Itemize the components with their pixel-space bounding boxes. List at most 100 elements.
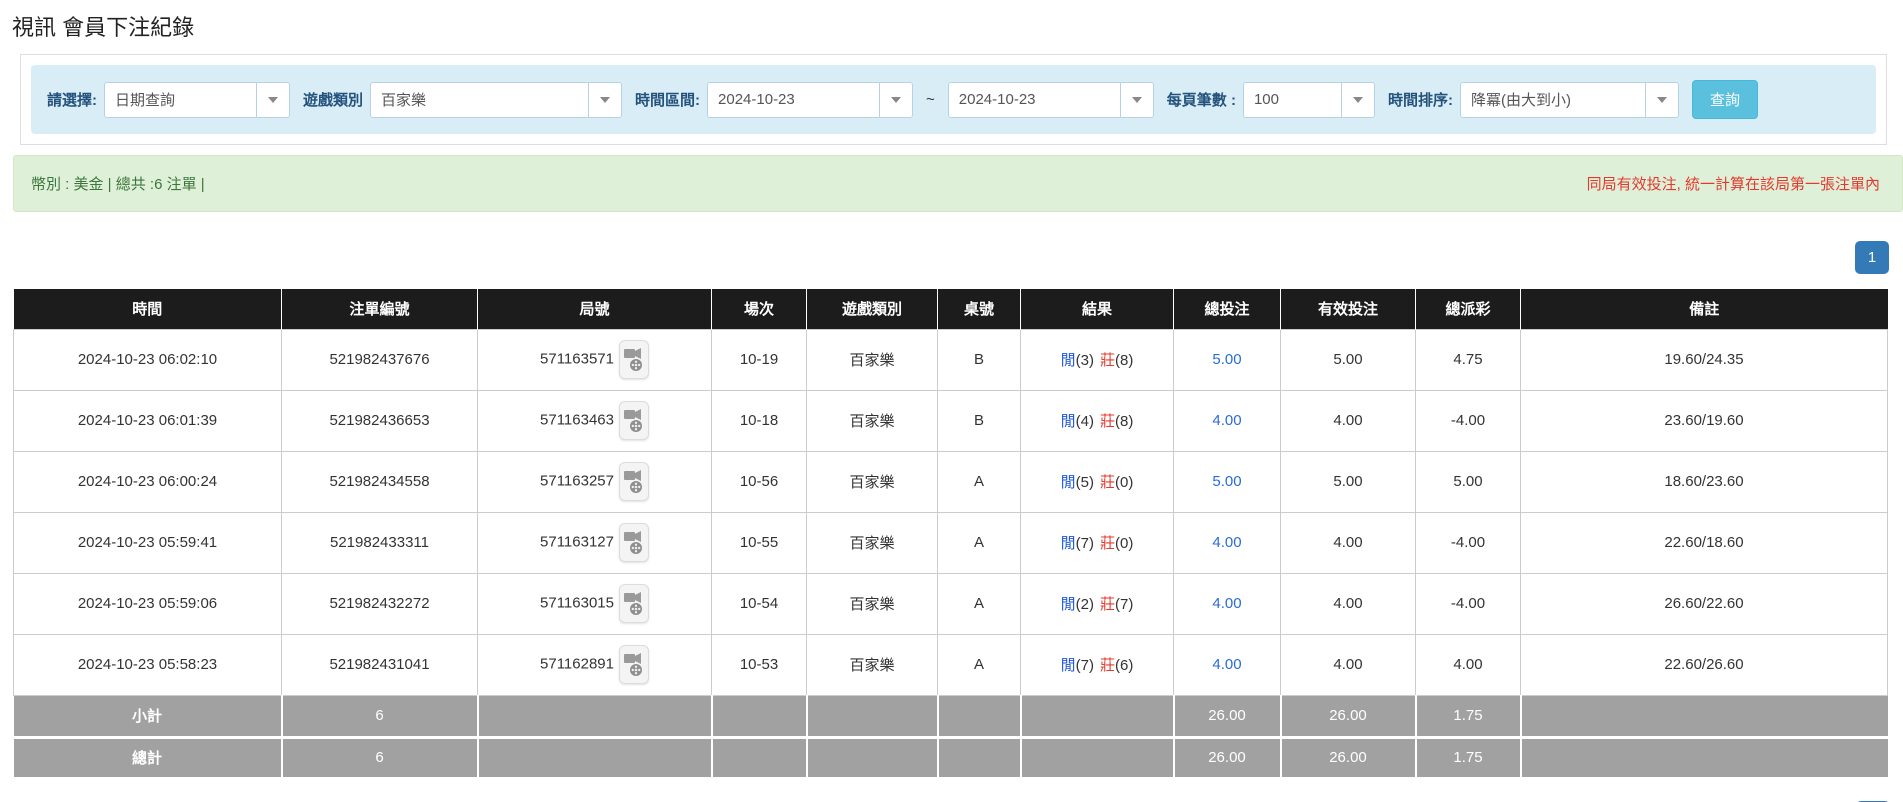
video-replay-icon[interactable] — [619, 401, 649, 440]
result-banker-label: 莊 — [1100, 596, 1115, 613]
video-replay-icon[interactable] — [619, 523, 649, 562]
cell-session: 10-53 — [712, 634, 807, 695]
total-bet-link[interactable]: 4.00 — [1212, 656, 1241, 673]
video-replay-icon[interactable] — [619, 340, 649, 379]
cell-total-bet: 4.00 — [1174, 573, 1281, 634]
cell-result: 閒(5)莊(0) — [1021, 451, 1174, 512]
cell-session: 10-56 — [712, 451, 807, 512]
cell-remark: 18.60/23.60 — [1521, 451, 1888, 512]
cell-valid-bet: 4.00 — [1281, 512, 1416, 573]
sort-order-select[interactable]: 降冪(由大到小) — [1460, 82, 1679, 118]
round-id-text: 571163257 — [540, 472, 614, 489]
result-banker-score: (0) — [1115, 535, 1133, 552]
cell-total-bet: 5.00 — [1174, 451, 1281, 512]
cell-payout: 4.00 — [1416, 634, 1521, 695]
result-player-label: 閒 — [1061, 535, 1076, 552]
result-player-label: 閒 — [1061, 474, 1076, 491]
result-banker-label: 莊 — [1100, 352, 1115, 369]
result-banker-label: 莊 — [1100, 413, 1115, 430]
header-valid-bet: 有效投注 — [1281, 289, 1416, 329]
cell-table-no: B — [938, 329, 1021, 390]
video-replay-icon[interactable] — [619, 462, 649, 501]
cell-round-id: 571162891 — [478, 634, 712, 695]
cell-game: 百家樂 — [807, 329, 938, 390]
header-result: 結果 — [1021, 289, 1174, 329]
cell-result: 閒(7)莊(6) — [1021, 634, 1174, 695]
cell-valid-bet: 4.00 — [1281, 573, 1416, 634]
header-session: 場次 — [712, 289, 807, 329]
total-bet-link[interactable]: 4.00 — [1212, 595, 1241, 612]
total-payout: 1.75 — [1416, 737, 1521, 777]
search-button[interactable]: 查詢 — [1692, 80, 1758, 119]
cell-table-no: A — [938, 451, 1021, 512]
table-header-row: 時間 注單編號 局號 場次 遊戲類別 桌號 結果 總投注 有效投注 總派彩 備註 — [14, 289, 1888, 329]
chevron-down-icon — [588, 83, 621, 117]
cell-bet-id: 521982432272 — [282, 573, 478, 634]
result-player-label: 閒 — [1061, 657, 1076, 674]
total-bet-link[interactable]: 5.00 — [1212, 351, 1241, 368]
total-valid-bet: 26.00 — [1281, 737, 1416, 777]
cell-game: 百家樂 — [807, 634, 938, 695]
table-row: 2024-10-23 06:02:10 521982437676 5711635… — [14, 329, 1888, 390]
page-size-select[interactable]: 100 — [1243, 82, 1375, 118]
query-type-label: 請選擇: — [47, 89, 97, 110]
subtotal-valid-bet: 26.00 — [1281, 695, 1416, 737]
sort-order-value: 降冪(由大到小) — [1461, 89, 1645, 110]
header-round-id: 局號 — [478, 289, 712, 329]
header-total-bet: 總投注 — [1174, 289, 1281, 329]
result-player-score: (7) — [1076, 535, 1094, 552]
cell-result: 閒(3)莊(8) — [1021, 329, 1174, 390]
cell-round-id: 571163127 — [478, 512, 712, 573]
round-id-text: 571162891 — [540, 655, 614, 672]
cell-session: 10-18 — [712, 390, 807, 451]
cell-time: 2024-10-23 05:58:23 — [14, 634, 282, 695]
query-type-select[interactable]: 日期查詢 — [104, 82, 290, 118]
sort-order-label: 時間排序: — [1388, 89, 1453, 110]
result-player-score: (3) — [1076, 352, 1094, 369]
cell-remark: 19.60/24.35 — [1521, 329, 1888, 390]
filter-panel: 請選擇: 日期查詢 遊戲類別 百家樂 時間區間: 2024-10-23 ~ 20… — [20, 54, 1887, 145]
cell-round-id: 571163571 — [478, 329, 712, 390]
page-size-label: 每頁筆數 : — [1167, 89, 1236, 110]
result-player-label: 閒 — [1061, 596, 1076, 613]
query-type-value: 日期查詢 — [105, 89, 256, 110]
game-type-select[interactable]: 百家樂 — [370, 82, 622, 118]
total-row: 總計 6 26.00 26.00 1.75 — [14, 737, 1888, 777]
video-replay-icon[interactable] — [619, 645, 649, 684]
cell-payout: -4.00 — [1416, 390, 1521, 451]
page-size-value: 100 — [1244, 91, 1341, 108]
page-1-button[interactable]: 1 — [1855, 241, 1889, 274]
filter-bar: 請選擇: 日期查詢 遊戲類別 百家樂 時間區間: 2024-10-23 ~ 20… — [31, 65, 1876, 134]
round-id-text: 571163015 — [540, 594, 614, 611]
cell-bet-id: 521982431041 — [282, 634, 478, 695]
total-bet-link[interactable]: 4.00 — [1212, 534, 1241, 551]
total-label: 總計 — [14, 737, 282, 777]
cell-game: 百家樂 — [807, 451, 938, 512]
cell-game: 百家樂 — [807, 512, 938, 573]
video-replay-icon[interactable] — [619, 584, 649, 623]
cell-payout: 4.75 — [1416, 329, 1521, 390]
result-player-score: (5) — [1076, 474, 1094, 491]
cell-total-bet: 5.00 — [1174, 329, 1281, 390]
total-bet-link[interactable]: 5.00 — [1212, 473, 1241, 490]
cell-time: 2024-10-23 06:00:24 — [14, 451, 282, 512]
cell-round-id: 571163463 — [478, 390, 712, 451]
chevron-down-icon — [1120, 83, 1153, 117]
subtotal-payout: 1.75 — [1416, 695, 1521, 737]
summary-note: 同局有效投注, 統一計算在該局第一張注單內 — [1587, 173, 1880, 194]
cell-session: 10-55 — [712, 512, 807, 573]
cell-result: 閒(2)莊(7) — [1021, 573, 1174, 634]
date-to-value: 2024-10-23 — [949, 91, 1120, 108]
total-bet-link[interactable]: 4.00 — [1212, 412, 1241, 429]
round-id-text: 571163463 — [540, 411, 614, 428]
cell-table-no: A — [938, 634, 1021, 695]
game-type-value: 百家樂 — [371, 89, 588, 110]
chevron-down-icon — [256, 83, 289, 117]
time-range-label: 時間區間: — [635, 89, 700, 110]
chevron-down-icon — [1645, 83, 1678, 117]
header-game: 遊戲類別 — [807, 289, 938, 329]
date-to-select[interactable]: 2024-10-23 — [948, 82, 1154, 118]
cell-valid-bet: 5.00 — [1281, 451, 1416, 512]
date-from-select[interactable]: 2024-10-23 — [707, 82, 913, 118]
cell-table-no: B — [938, 390, 1021, 451]
